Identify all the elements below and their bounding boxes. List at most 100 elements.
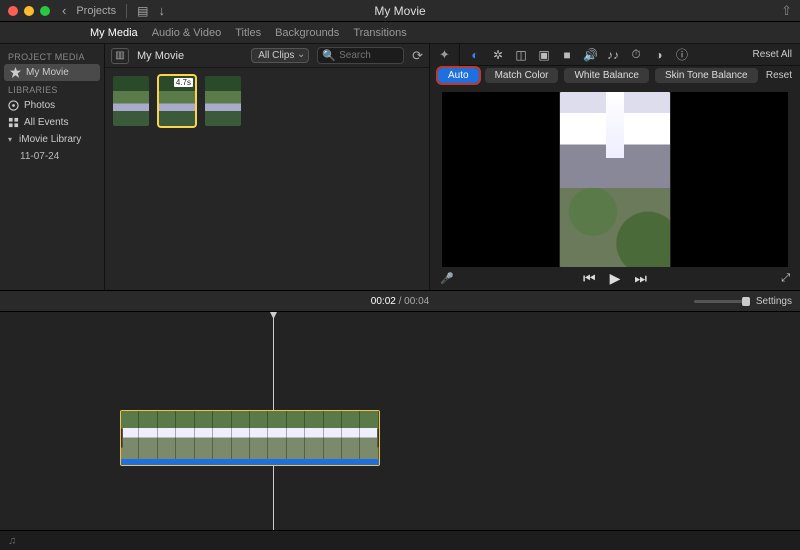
sidebar-item-my-movie[interactable]: My Movie [4,64,100,81]
clip-frame [232,411,250,459]
sidebar-item-label: 11-07-24 [20,151,59,162]
play-button[interactable]: ▶ [610,270,621,287]
clip-filmstrip [121,411,379,459]
tab-backgrounds[interactable]: Backgrounds [275,27,339,39]
volume-icon[interactable]: 🔊 [583,48,597,62]
timeline-settings-button[interactable]: Settings [756,296,792,307]
prev-frame-button[interactable]: ⏮ [583,270,596,287]
timeline[interactable]: ♫ [0,312,800,550]
list-view-toggle[interactable]: ▥ [111,48,129,64]
tab-titles[interactable]: Titles [235,27,261,39]
divider [126,4,127,18]
sidebar-item-label: All Events [24,117,68,128]
tab-audio-video[interactable]: Audio & Video [152,27,222,39]
reset-all-button[interactable]: Reset All [753,49,792,60]
sidebar-item-imovie-library[interactable]: ▾ iMovie Library [0,131,104,148]
stabilize-icon[interactable]: ▣ [537,48,551,62]
next-frame-button[interactable]: ⏭ [634,270,647,287]
fullscreen-icon[interactable]: ⤢ [781,272,790,285]
back-chevron-icon[interactable]: ‹ [62,3,66,18]
white-balance-button[interactable]: White Balance [564,68,648,83]
magic-wand-icon[interactable]: ✦ [430,44,460,66]
timecode-bar: 00:02 / 00:04 Settings [0,290,800,312]
refresh-icon[interactable]: ⟳ [412,48,423,64]
clip-thumbnail[interactable]: 4.7s [159,76,195,126]
auto-button[interactable]: Auto [438,68,479,83]
video-viewer[interactable] [442,92,788,267]
color-balance-bar: Auto Match Color White Balance Skin Tone… [430,66,800,86]
tab-my-media[interactable]: My Media [90,27,138,39]
voiceover-icon[interactable]: 🎤 [440,272,454,285]
clip-filter-dropdown[interactable]: All Clips [251,48,309,63]
media-title: My Movie [137,50,184,62]
clip-frame [158,411,176,459]
clip-trim-handle-left[interactable] [120,428,123,448]
clip-frame [324,411,342,459]
color-wheel-icon[interactable]: ✲ [491,48,505,62]
info-icon[interactable]: ⓘ [675,46,689,63]
reset-button[interactable]: Reset [766,70,792,81]
clip-frame [121,411,139,459]
clip-frame [176,411,194,459]
clip-frame [287,411,305,459]
search-icon: 🔍 [322,49,336,62]
clip-frame [305,411,323,459]
clip-frame [268,411,286,459]
sidebar-item-photos[interactable]: Photos [0,97,104,114]
timeline-footer: ♫ [0,530,800,550]
speed-icon[interactable]: ⏱ [629,47,643,62]
sidebar-item-event[interactable]: 11-07-24 [0,148,104,165]
search-input[interactable] [339,50,399,61]
photos-icon [8,100,19,111]
camera-icon[interactable]: ■ [560,48,574,62]
media-toolbar: ▥ My Movie All Clips 🔍 ⟳ [105,44,429,68]
search-field[interactable]: 🔍 [317,47,404,64]
clip-trim-handle-right[interactable] [377,428,380,448]
video-frame [560,92,670,267]
clip-frame [250,411,268,459]
sidebar: PROJECT MEDIA My Movie LIBRARIES Photos … [0,44,105,290]
inspector-toolbar: ◐ ✲ ◫ ▣ ■ 🔊 ♪♪ ⏱ ◑ ⓘ Reset All [460,44,800,66]
preview-pane: ✦ ◐ ✲ ◫ ▣ ■ 🔊 ♪♪ ⏱ ◑ ⓘ Reset All Auto Ma… [430,44,800,290]
clip-frame [195,411,213,459]
match-color-button[interactable]: Match Color [485,68,559,83]
clip-frame [342,411,360,459]
auto-button-highlight: Auto [438,68,479,83]
grid-icon [8,117,19,128]
disclosure-triangle-icon[interactable]: ▾ [8,135,12,144]
zoom-slider-thumb[interactable] [742,297,750,306]
skin-tone-button[interactable]: Skin Tone Balance [655,68,758,83]
clip-thumbnail[interactable] [205,76,241,126]
crop-icon[interactable]: ◫ [514,48,528,62]
sidebar-item-label: My Movie [26,67,69,78]
sidebar-header-libraries: LIBRARIES [0,81,104,97]
library-list-icon[interactable]: ▤ [137,4,148,18]
thumbnail-grid: 4.7s [105,68,429,290]
tab-transitions[interactable]: Transitions [353,27,406,39]
duration-badge: 4.7s [174,78,193,87]
sidebar-item-label: iMovie Library [19,134,81,145]
media-tabs: My Media Audio & Video Titles Background… [0,22,800,44]
window-titlebar: ‹ Projects ▤ ↓ My Movie ⇧ [0,0,800,22]
clip-frame [139,411,157,459]
back-to-projects[interactable]: Projects [76,5,116,17]
filter-icon[interactable]: ◑ [652,48,666,62]
star-icon [10,67,21,78]
total-time: 00:04 [404,296,429,307]
time-separator: / [399,296,405,307]
current-time: 00:02 [371,296,396,307]
timeline-clip[interactable] [120,410,380,466]
import-icon[interactable]: ↓ [158,3,165,18]
zoom-slider[interactable] [694,300,750,303]
zoom-window-icon[interactable] [40,6,50,16]
clip-frame [213,411,231,459]
color-balance-icon[interactable]: ◐ [468,48,482,62]
equalizer-icon[interactable]: ♪♪ [606,48,620,62]
sidebar-item-label: Photos [24,100,55,111]
share-icon[interactable]: ⇧ [781,3,792,18]
minimize-window-icon[interactable] [24,6,34,16]
clip-thumbnail[interactable] [113,76,149,126]
sidebar-header-project-media: PROJECT MEDIA [0,48,104,64]
close-window-icon[interactable] [8,6,18,16]
sidebar-item-all-events[interactable]: All Events [0,114,104,131]
